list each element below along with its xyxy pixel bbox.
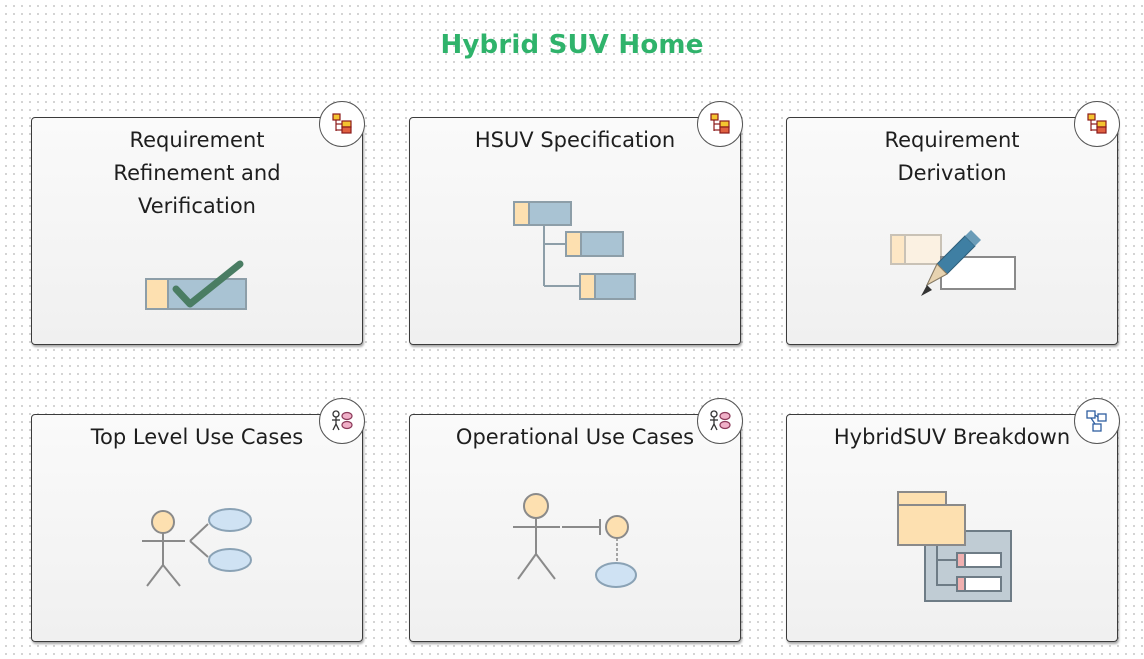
card-requirement-derivation[interactable]: Requirement Derivation xyxy=(786,101,1120,345)
block-diagram-icon xyxy=(1074,398,1120,444)
use-case-diagram-icon xyxy=(697,398,743,444)
actor-use-cases-icon xyxy=(142,508,252,587)
package-breakdown-icon xyxy=(897,491,1012,602)
requirement-tree-icon xyxy=(513,201,636,300)
card-requirement-refinement[interactable]: Requirement Refinement and Verification xyxy=(31,101,365,345)
requirement-diagram-icon xyxy=(697,101,743,147)
requirement-edit-icon xyxy=(890,230,1016,296)
card-top-level-use-cases[interactable]: Top Level Use Cases xyxy=(31,398,365,642)
use-case-diagram-icon xyxy=(319,398,365,444)
page-title: Hybrid SUV Home xyxy=(440,30,704,60)
card-operational-use-cases[interactable]: Operational Use Cases xyxy=(409,398,743,642)
requirement-diagram-icon xyxy=(1074,101,1120,147)
requirement-check-icon xyxy=(145,260,247,310)
requirement-diagram-icon xyxy=(319,101,365,147)
card-hybridsuv-breakdown[interactable]: HybridSUV Breakdown xyxy=(786,398,1120,642)
actor-interface-icon xyxy=(513,493,637,588)
card-hsuv-specification[interactable]: HSUV Specification xyxy=(409,101,743,345)
